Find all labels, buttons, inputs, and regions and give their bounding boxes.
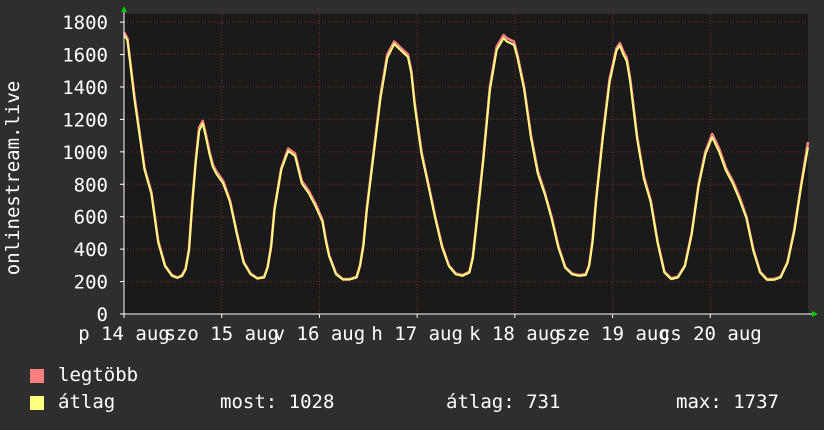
y-tick-label: 200	[74, 272, 108, 294]
x-tick-label: cs 20 aug	[659, 323, 762, 345]
stat-now: most: 1028	[220, 391, 335, 413]
legend-item-avg: átlag	[30, 389, 138, 416]
y-tick-label: 1800	[62, 12, 108, 34]
stat-avg: átlag: 731	[446, 391, 561, 413]
x-tick-label: v 16 aug	[274, 323, 366, 345]
x-tick-label: k 18 aug	[469, 323, 561, 345]
y-tick-label: 800	[74, 174, 108, 196]
x-axis-ticks: p 14 augszo 15 augv 16 aug h 17 aug k 18 a…	[78, 314, 762, 345]
y-axis-ticks: 020040060080010001200140016001800	[62, 12, 124, 326]
plot-area	[124, 14, 808, 314]
x-tick-label: p 14 aug	[78, 323, 170, 345]
y-axis-label: onlinestream.live	[2, 81, 24, 275]
y-tick-label: 1600	[62, 45, 108, 67]
x-tick-label: szo 15 aug	[165, 323, 279, 345]
stat-max: max: 1737	[676, 391, 779, 413]
legend-label-avg: átlag	[58, 391, 116, 413]
x-tick-label: h 17 aug	[371, 323, 463, 345]
x-axis-arrow	[812, 311, 818, 317]
y-tick-label: 1200	[62, 109, 108, 131]
y-axis-arrow	[121, 6, 127, 12]
legend-item-max: legtöbb	[30, 362, 138, 389]
legend-swatch-avg	[30, 395, 44, 410]
y-tick-label: 400	[74, 239, 108, 261]
y-tick-label: 1400	[62, 77, 108, 99]
y-tick-label: 1000	[62, 142, 108, 164]
legend-label-max: legtöbb	[58, 364, 139, 386]
y-tick-label: 600	[74, 207, 108, 229]
x-tick-label: sze 19 aug	[555, 323, 669, 345]
legend-swatch-max	[30, 368, 44, 383]
legend: legtöbb átlag	[30, 362, 138, 416]
